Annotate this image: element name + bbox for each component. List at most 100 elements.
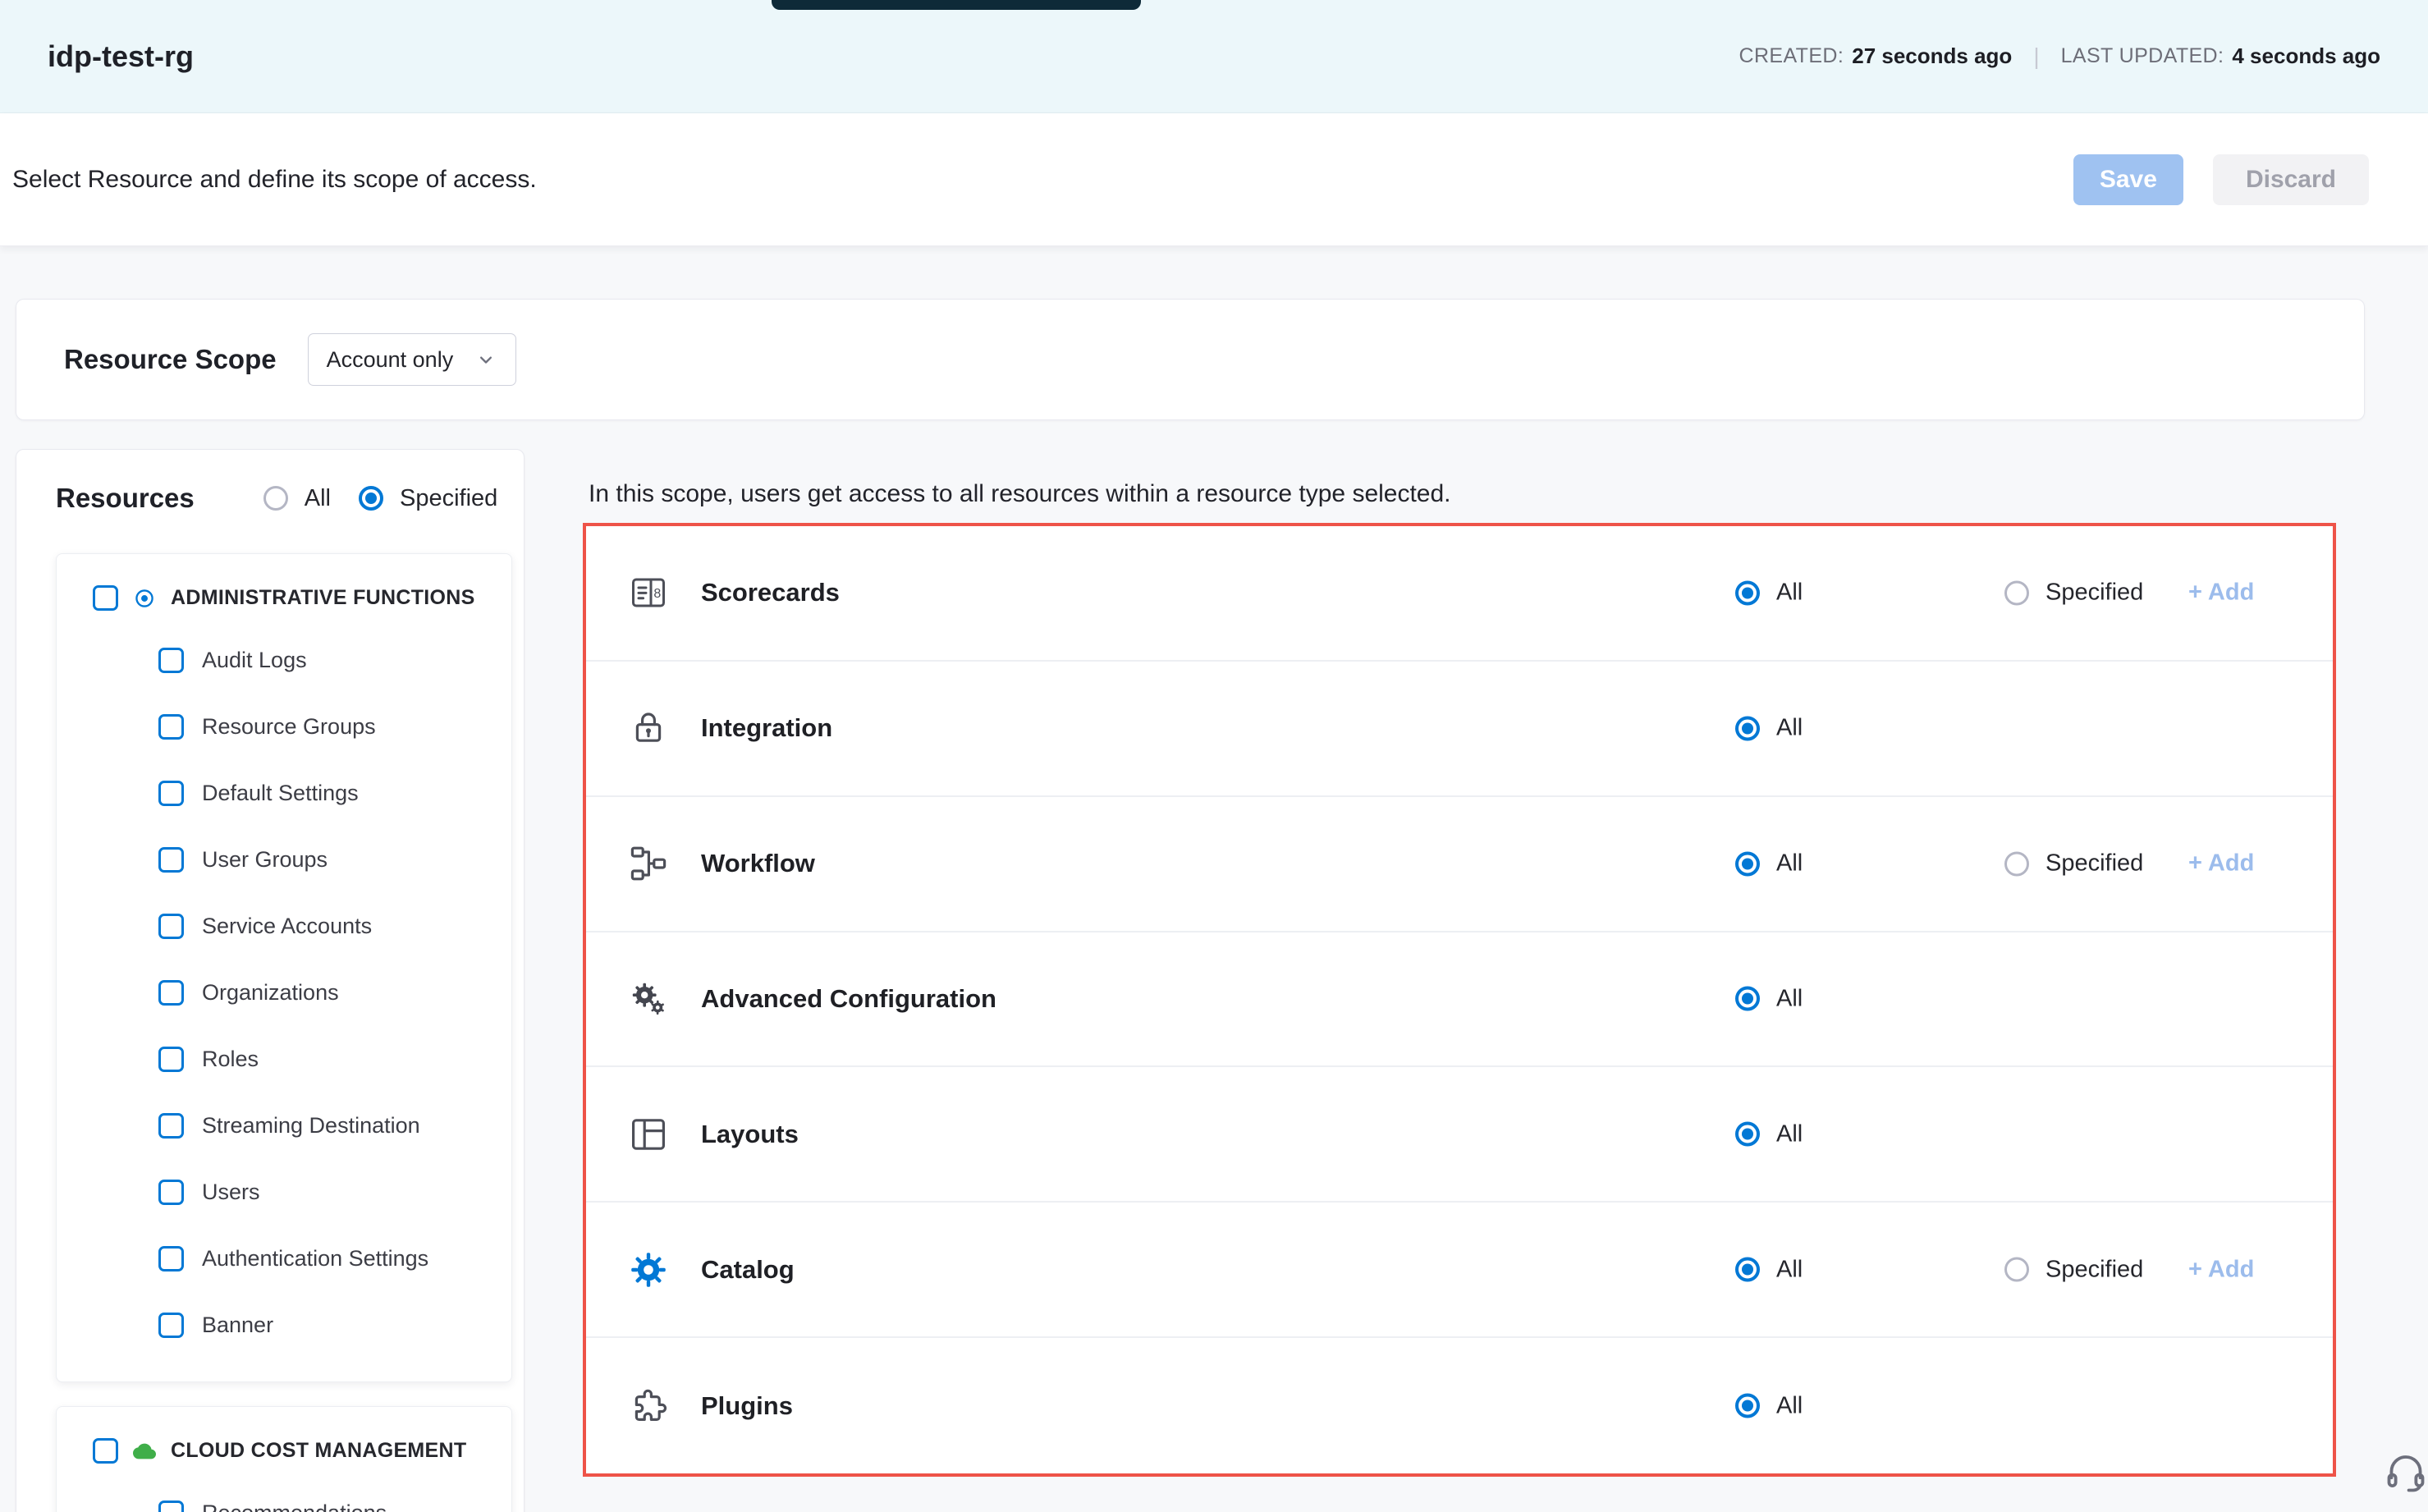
resource-item-label: Organizations bbox=[202, 980, 339, 1006]
radio-all[interactable]: All bbox=[1735, 985, 1803, 1012]
checkbox[interactable] bbox=[158, 648, 184, 673]
checkbox[interactable] bbox=[158, 1246, 184, 1271]
scope-row: CatalogAllSpecified+ Add bbox=[586, 1203, 2333, 1338]
radio-label: All bbox=[305, 485, 331, 512]
checkbox[interactable] bbox=[158, 1501, 184, 1512]
plugin-icon bbox=[629, 1386, 668, 1426]
resource-item[interactable]: Roles bbox=[57, 1026, 511, 1093]
resource-item-label: Users bbox=[202, 1180, 260, 1205]
radio-label: All bbox=[1776, 985, 1803, 1012]
resource-item[interactable]: Users bbox=[57, 1159, 511, 1226]
resource-item-label: Roles bbox=[202, 1047, 259, 1072]
checkbox[interactable] bbox=[158, 714, 184, 740]
radio-all[interactable]: All bbox=[1735, 850, 1803, 877]
radio-circle[interactable] bbox=[1735, 1122, 1760, 1147]
save-button[interactable]: Save bbox=[2073, 154, 2183, 205]
add-button[interactable]: + Add bbox=[2188, 850, 2254, 877]
radio-circle[interactable] bbox=[2004, 851, 2029, 876]
scope-row-label: Layouts bbox=[701, 1120, 799, 1149]
resource-item[interactable]: Recommendations bbox=[57, 1480, 511, 1512]
resource-item[interactable]: Default Settings bbox=[57, 760, 511, 827]
radio-specified[interactable]: Specified bbox=[2004, 850, 2143, 877]
checkbox[interactable] bbox=[158, 1313, 184, 1338]
resource-group: CLOUD COST MANAGEMENT Recommendations bbox=[56, 1406, 512, 1512]
scope-row-label: Advanced Configuration bbox=[701, 984, 996, 1014]
resource-group-header[interactable]: CLOUD COST MANAGEMENT bbox=[57, 1407, 511, 1480]
checkbox[interactable] bbox=[93, 585, 118, 611]
radio-all[interactable]: All bbox=[1735, 1120, 1803, 1148]
workflow-icon bbox=[629, 844, 668, 883]
radio-circle[interactable] bbox=[1735, 716, 1760, 740]
checkbox[interactable] bbox=[158, 847, 184, 873]
created-label: CREATED: bbox=[1739, 44, 1844, 68]
radio-circle[interactable] bbox=[1735, 851, 1760, 876]
scope-row: PluginsAll bbox=[586, 1338, 2333, 1473]
checkbox[interactable] bbox=[158, 781, 184, 806]
radio-circle[interactable] bbox=[2004, 580, 2029, 605]
resource-scope-card: Resource Scope Account only bbox=[16, 299, 2365, 420]
resource-item-label: Recommendations bbox=[202, 1501, 387, 1512]
radio-circle[interactable] bbox=[1735, 987, 1760, 1011]
checkbox[interactable] bbox=[158, 1113, 184, 1139]
radio-circle[interactable] bbox=[1735, 1258, 1760, 1282]
scope-row-label: Scorecards bbox=[701, 578, 840, 607]
radio-circle[interactable] bbox=[263, 486, 288, 511]
radio-circle[interactable] bbox=[1735, 1394, 1760, 1418]
resource-item[interactable]: Service Accounts bbox=[57, 893, 511, 960]
resource-groups: ADMINISTRATIVE FUNCTIONSAudit Logs Resour… bbox=[16, 553, 524, 1512]
scope-row: Layouts All bbox=[586, 1067, 2333, 1203]
action-bar: Select Resource and define its scope of … bbox=[0, 113, 2428, 246]
resource-item[interactable]: Streaming Destination bbox=[57, 1093, 511, 1159]
radio-label: Specified bbox=[400, 485, 497, 512]
resources-radio-all[interactable]: All bbox=[263, 485, 331, 512]
resource-item-label: Resource Groups bbox=[202, 714, 376, 740]
resources-radio-specified[interactable]: Specified bbox=[359, 485, 497, 512]
radio-label: All bbox=[1776, 850, 1803, 877]
checkbox[interactable] bbox=[158, 980, 184, 1006]
svg-text:8: 8 bbox=[653, 587, 661, 601]
add-button[interactable]: + Add bbox=[2188, 580, 2254, 607]
radio-all[interactable]: All bbox=[1735, 580, 1803, 607]
resource-group-header[interactable]: ADMINISTRATIVE FUNCTIONS bbox=[57, 554, 511, 627]
target-icon bbox=[133, 587, 156, 610]
meta-divider: | bbox=[2033, 44, 2039, 70]
radio-circle[interactable] bbox=[359, 486, 383, 511]
scope-row: Integration All bbox=[586, 662, 2333, 797]
lock-icon bbox=[629, 708, 668, 748]
resource-item[interactable]: Resource Groups bbox=[57, 694, 511, 760]
resource-scope-dropdown[interactable]: Account only bbox=[308, 333, 517, 386]
scope-row-label: Workflow bbox=[701, 849, 815, 878]
resource-item-label: User Groups bbox=[202, 847, 328, 873]
resource-item[interactable]: Banner bbox=[57, 1292, 511, 1359]
resource-item[interactable]: Audit Logs bbox=[57, 627, 511, 694]
scope-row-label: Integration bbox=[701, 713, 832, 743]
radio-all[interactable]: All bbox=[1735, 1392, 1803, 1419]
radio-specified[interactable]: Specified bbox=[2004, 580, 2143, 607]
checkbox[interactable] bbox=[158, 1180, 184, 1205]
resource-item[interactable]: Organizations bbox=[57, 960, 511, 1026]
checkbox[interactable] bbox=[93, 1438, 118, 1464]
radio-all[interactable]: All bbox=[1735, 715, 1803, 742]
resource-type-list: 8 Scorecards All Specified + Add Integration A… bbox=[583, 523, 2336, 1477]
checkbox[interactable] bbox=[158, 1047, 184, 1072]
chevron-down-icon bbox=[474, 348, 497, 371]
radio-specified[interactable]: Specified bbox=[2004, 1256, 2143, 1283]
top-indicator bbox=[772, 0, 1141, 10]
resource-group: ADMINISTRATIVE FUNCTIONSAudit Logs Resour… bbox=[56, 553, 512, 1382]
radio-all[interactable]: All bbox=[1735, 1256, 1803, 1283]
headset-icon[interactable] bbox=[2384, 1450, 2428, 1494]
scope-row: Advanced Configuration All bbox=[586, 932, 2333, 1068]
discard-button[interactable]: Discard bbox=[2213, 154, 2369, 205]
radio-label: Specified bbox=[2045, 580, 2143, 607]
radio-circle[interactable] bbox=[2004, 1258, 2029, 1282]
checkbox[interactable] bbox=[158, 914, 184, 939]
resource-item[interactable]: User Groups bbox=[57, 827, 511, 893]
add-button[interactable]: + Add bbox=[2188, 1256, 2254, 1283]
resource-item[interactable]: Authentication Settings bbox=[57, 1226, 511, 1292]
layout-icon bbox=[629, 1115, 668, 1154]
top-header: idp-test-rg CREATED: 27 seconds ago | LA… bbox=[0, 0, 2428, 113]
updated-label: LAST UPDATED: bbox=[2061, 44, 2224, 68]
radio-circle[interactable] bbox=[1735, 580, 1760, 605]
radio-label: All bbox=[1776, 1256, 1803, 1283]
created-value: 27 seconds ago bbox=[1852, 44, 2012, 69]
